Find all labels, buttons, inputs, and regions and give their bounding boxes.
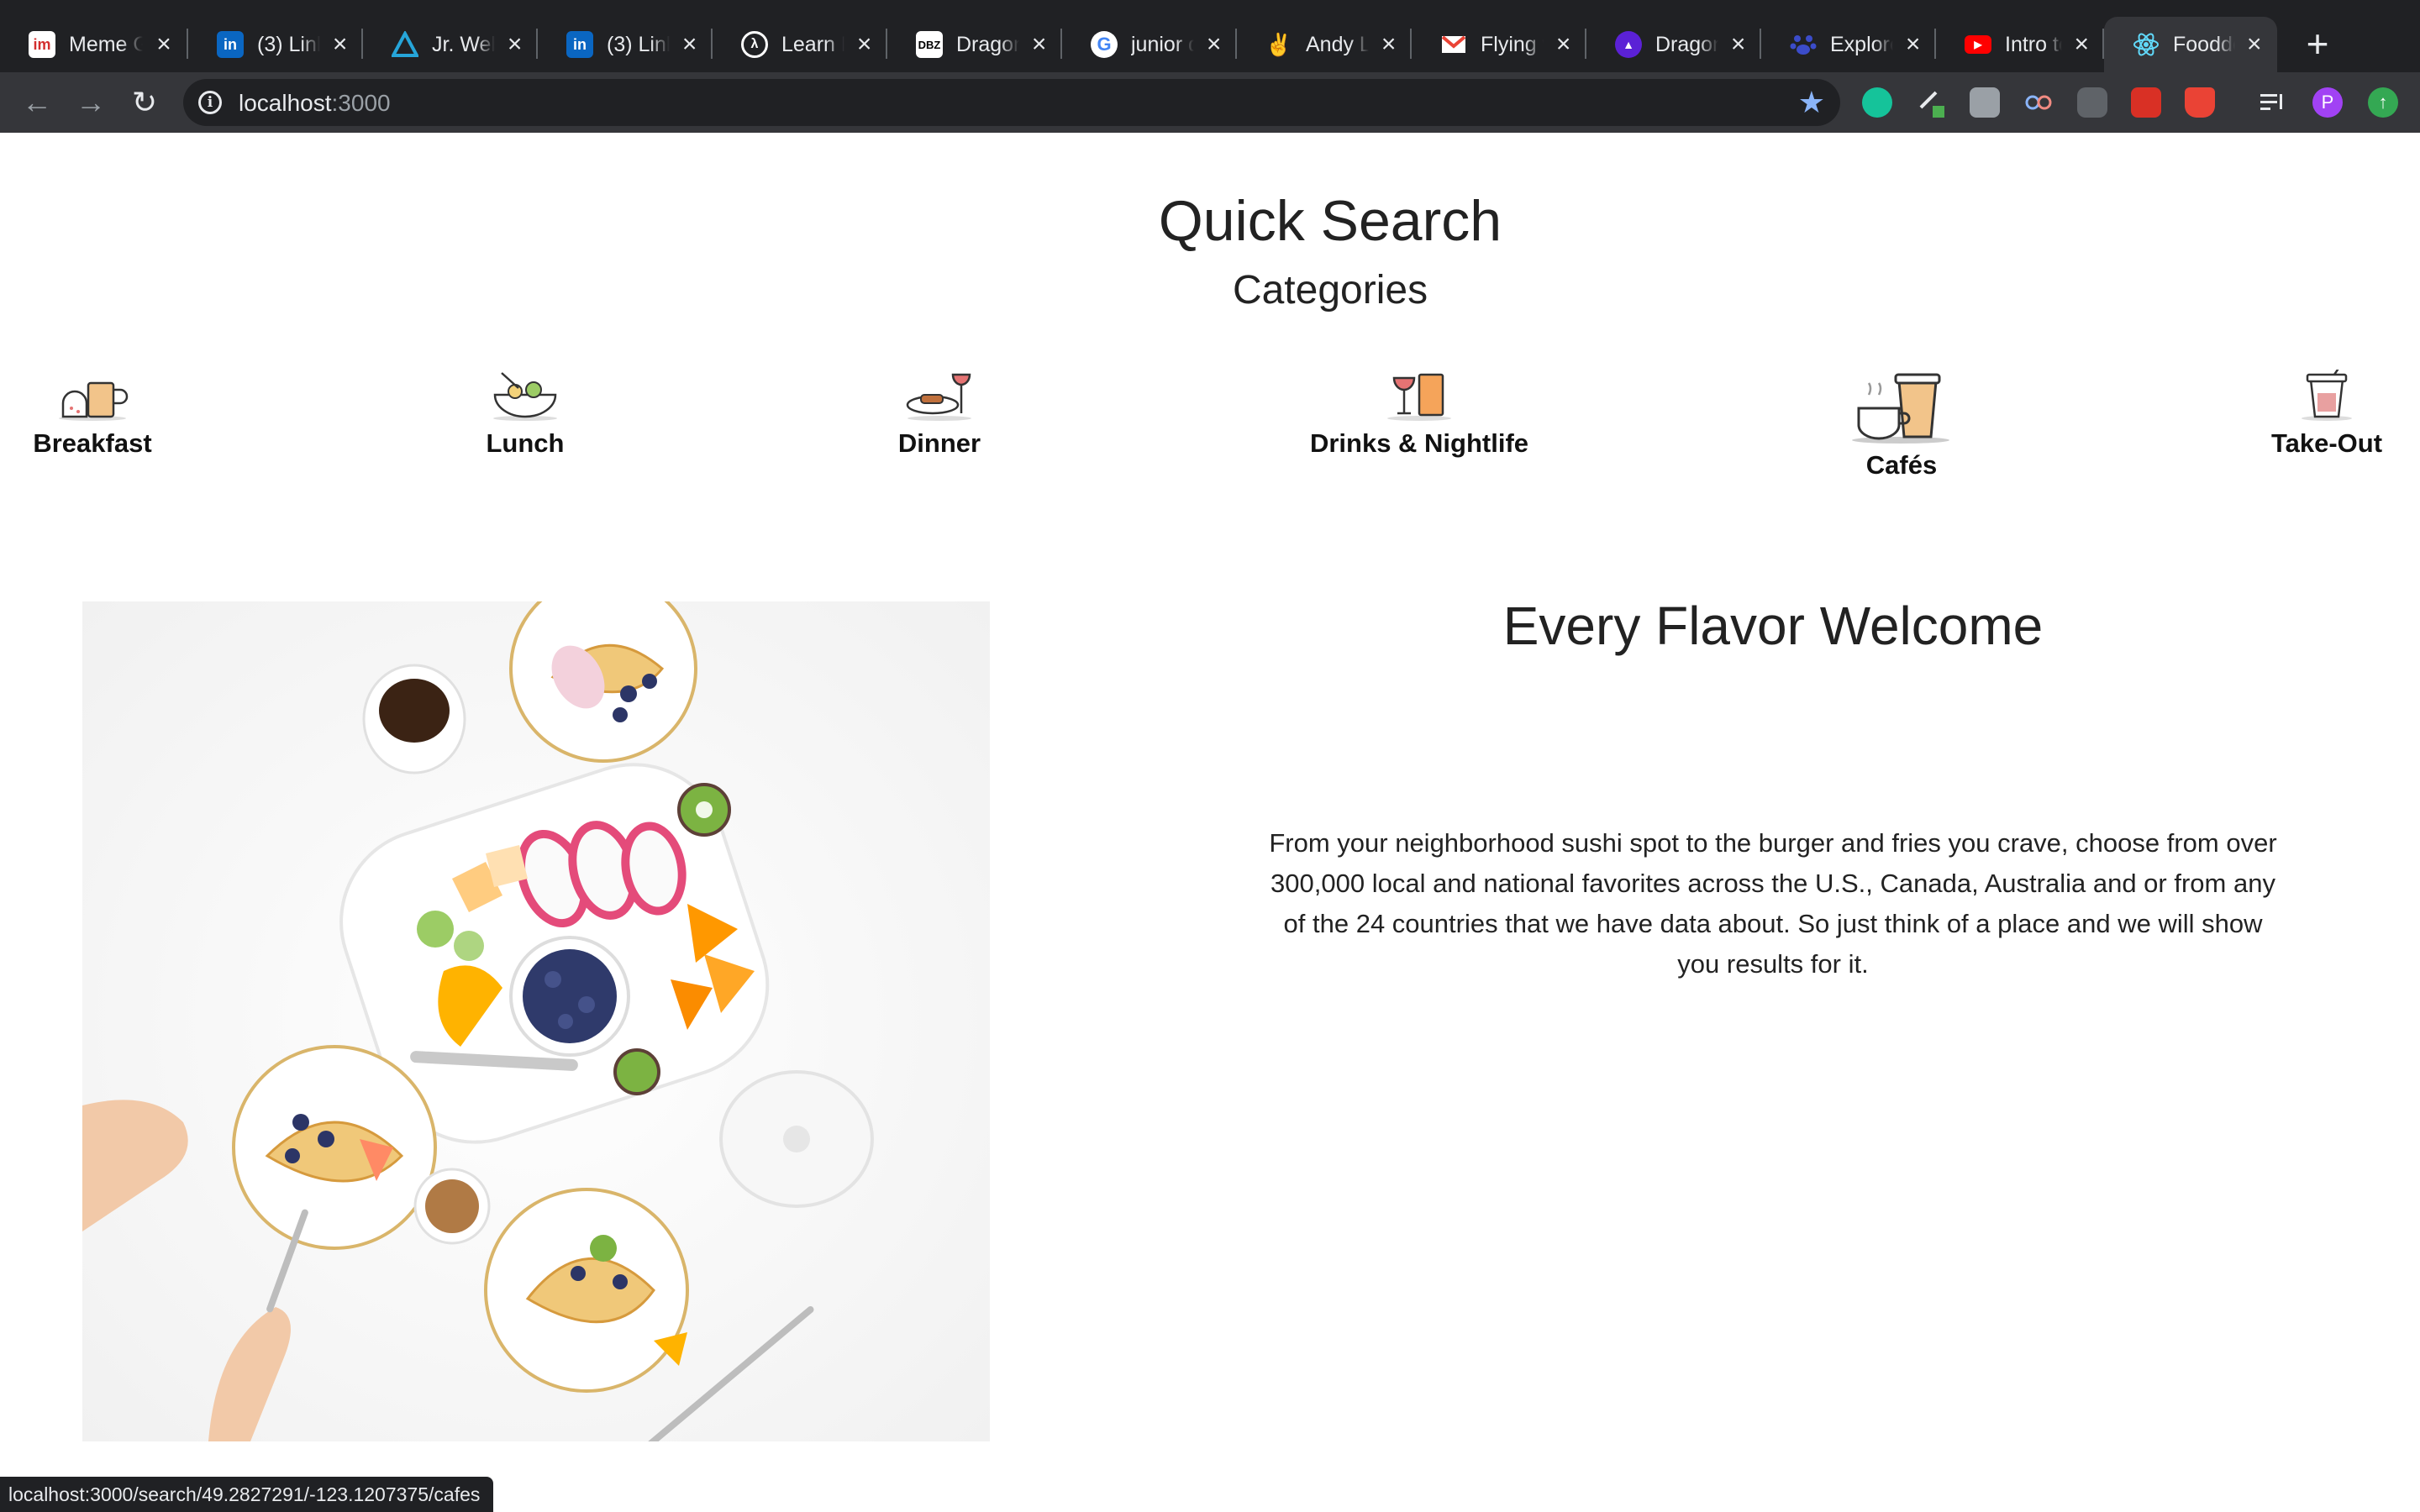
robot-extension-icon[interactable]: [2077, 87, 2107, 118]
category-drinks-nightlife[interactable]: Drinks & Nightlife: [1306, 370, 1533, 459]
page-title: Quick Search: [1158, 189, 1502, 253]
forward-arrow-icon[interactable]: →: [71, 82, 111, 123]
lunch-bowl-icon: [493, 372, 557, 421]
reload-icon[interactable]: ↻: [124, 82, 165, 123]
dinner-plate-wine-icon: [906, 373, 971, 421]
page-content: Quick Search Categories Breakfast Lunch: [0, 133, 2420, 1512]
paw-icon: [1790, 31, 1817, 58]
imgflip-icon: im: [29, 31, 55, 58]
category-dinner[interactable]: Dinner: [891, 370, 988, 459]
browser-tab[interactable]: G junior developer ×: [1062, 17, 1237, 72]
cafe-cups-icon: [1852, 373, 1949, 444]
page-subtitle: Categories: [1232, 268, 1428, 312]
gmail-icon: [1440, 31, 1467, 58]
takeout-cup-icon: [2302, 370, 2352, 421]
browser-tab[interactable]: ▲ Dragon Ball ×: [1586, 17, 1761, 72]
browser-tab[interactable]: ✌ Andy Lee ×: [1237, 17, 1412, 72]
pocket-extension-icon[interactable]: [2185, 87, 2215, 118]
browser-tab[interactable]: λ Learn React ×: [713, 17, 887, 72]
back-arrow-icon[interactable]: ←: [17, 82, 57, 123]
close-icon[interactable]: ×: [1031, 30, 1047, 59]
browser-tab[interactable]: im Meme Generator ×: [0, 17, 188, 72]
peace-hand-icon: ✌: [1265, 31, 1293, 57]
section-heading: Every Flavor Welcome: [1502, 596, 2044, 656]
linkedin-icon: in: [566, 31, 593, 58]
dbz-logo-icon: DBZ: [916, 31, 943, 58]
h-extension-icon[interactable]: [1970, 87, 2000, 118]
close-icon[interactable]: ×: [332, 30, 348, 59]
profile-avatar[interactable]: P: [2312, 87, 2343, 118]
category-cafes[interactable]: Cafés: [1847, 370, 1956, 480]
close-icon[interactable]: ×: [2074, 30, 2089, 59]
close-icon[interactable]: ×: [1905, 30, 1921, 59]
google-icon: G: [1091, 31, 1118, 58]
media-queue-icon[interactable]: [2257, 87, 2287, 118]
bookmark-star-icon[interactable]: ★: [1798, 86, 1825, 119]
browser-tab[interactable]: Jr. Web Developer ×: [363, 17, 538, 72]
browser-tab[interactable]: ▶ Intro to ×: [1936, 17, 2104, 72]
close-icon[interactable]: ×: [1381, 30, 1397, 59]
drinks-glasses-icon: [1387, 373, 1451, 421]
youtube-icon: ▶: [1965, 35, 1991, 54]
lambda-logo-icon: λ: [741, 31, 768, 58]
section-description: From your neighborhood sushi spot to the…: [1269, 828, 2277, 979]
color-picker-extension-icon[interactable]: [1916, 87, 1946, 118]
browser-tab[interactable]: Explore ×: [1761, 17, 1936, 72]
red-extension-icon[interactable]: [2131, 87, 2161, 118]
glasses-extension-icon[interactable]: [2023, 87, 2054, 118]
linkedin-icon: in: [217, 31, 244, 58]
new-tab-button[interactable]: +: [2294, 20, 2341, 67]
crunchyroll-icon: ▲: [1615, 31, 1642, 58]
browser-tab-strip: im Meme Generator × in (3) LinkedIn × Jr…: [0, 0, 2420, 72]
react-icon: [2133, 31, 2160, 58]
browser-tab[interactable]: DBZ Dragon Ball Z ×: [887, 17, 1062, 72]
address-url[interactable]: localhost:3000: [239, 90, 391, 117]
close-icon[interactable]: ×: [507, 30, 523, 59]
category-breakfast[interactable]: Breakfast: [24, 370, 161, 459]
browser-toolbar: ← → ↻ i localhost:3000 ★ P ↑: [0, 72, 2420, 133]
close-icon[interactable]: ×: [1730, 30, 1746, 59]
update-icon[interactable]: ↑: [2368, 87, 2398, 118]
address-bar[interactable]: i localhost:3000 ★: [183, 79, 1840, 126]
category-take-out[interactable]: Take-Out: [2264, 370, 2390, 459]
info-icon[interactable]: i: [198, 91, 222, 114]
status-bar-url: localhost:3000/search/49.2827291/-123.12…: [0, 1477, 494, 1512]
browser-tab[interactable]: in (3) LinkedIn ×: [188, 17, 363, 72]
browser-tab-active[interactable]: Foodder ×: [2104, 17, 2277, 72]
breakfast-toast-coffee-icon: [59, 381, 129, 421]
browser-tab[interactable]: in (3) LinkedIn ×: [538, 17, 713, 72]
close-icon[interactable]: ×: [856, 30, 872, 59]
browser-tab[interactable]: Flying with ×: [1412, 17, 1586, 72]
close-icon[interactable]: ×: [681, 30, 697, 59]
close-icon[interactable]: ×: [1555, 30, 1571, 59]
grammarly-extension-icon[interactable]: [1862, 87, 1892, 118]
close-icon[interactable]: ×: [2247, 30, 2262, 59]
category-lunch[interactable]: Lunch: [471, 370, 580, 459]
triangle-logo-icon: [392, 31, 418, 58]
close-icon[interactable]: ×: [1206, 30, 1222, 59]
close-icon[interactable]: ×: [155, 30, 173, 59]
hero-food-photo: [82, 601, 990, 1441]
